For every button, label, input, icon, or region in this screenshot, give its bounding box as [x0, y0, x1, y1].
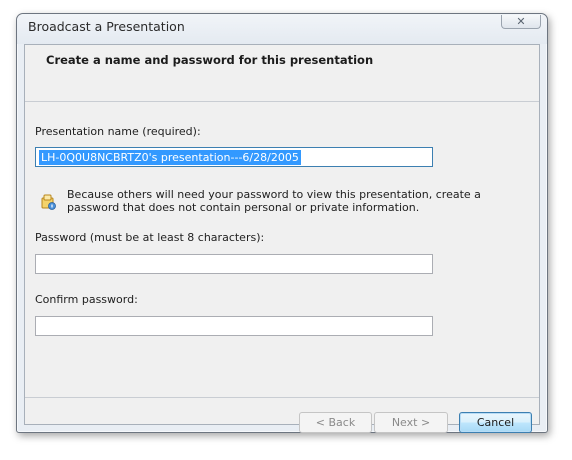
info-shield-icon [41, 194, 56, 210]
header-title: Create a name and password for this pres… [46, 53, 374, 67]
password-label: Password (must be at least 8 characters)… [35, 231, 265, 244]
broadcast-dialog: Broadcast a Presentation ✕ Create a name… [16, 13, 548, 433]
presentation-name-input[interactable]: LH-0Q0U8NCBRTZ0's presentation---6/28/20… [35, 147, 433, 167]
close-icon: ✕ [516, 15, 526, 28]
presentation-name-value: LH-0Q0U8NCBRTZ0's presentation---6/28/20… [39, 150, 301, 165]
confirm-password-label: Confirm password: [35, 293, 138, 306]
password-advice-text: Because others will need your password t… [67, 188, 481, 214]
cancel-button[interactable]: Cancel [459, 412, 532, 433]
back-button-label: < Back [315, 416, 356, 429]
dialog-header: Create a name and password for this pres… [25, 45, 539, 102]
footer-divider [25, 397, 539, 398]
close-button[interactable]: ✕ [501, 15, 541, 29]
next-button[interactable]: Next > [374, 412, 448, 433]
confirm-password-input[interactable] [35, 316, 433, 336]
presentation-name-label: Presentation name (required): [35, 125, 201, 138]
password-input[interactable] [35, 254, 433, 274]
next-button-label: Next > [391, 416, 431, 429]
window-title: Broadcast a Presentation [28, 19, 185, 34]
back-button[interactable]: < Back [299, 412, 372, 433]
title-bar[interactable]: Broadcast a Presentation ✕ [17, 14, 547, 44]
cancel-button-label: Cancel [476, 416, 515, 429]
dialog-content: Create a name and password for this pres… [24, 44, 540, 433]
